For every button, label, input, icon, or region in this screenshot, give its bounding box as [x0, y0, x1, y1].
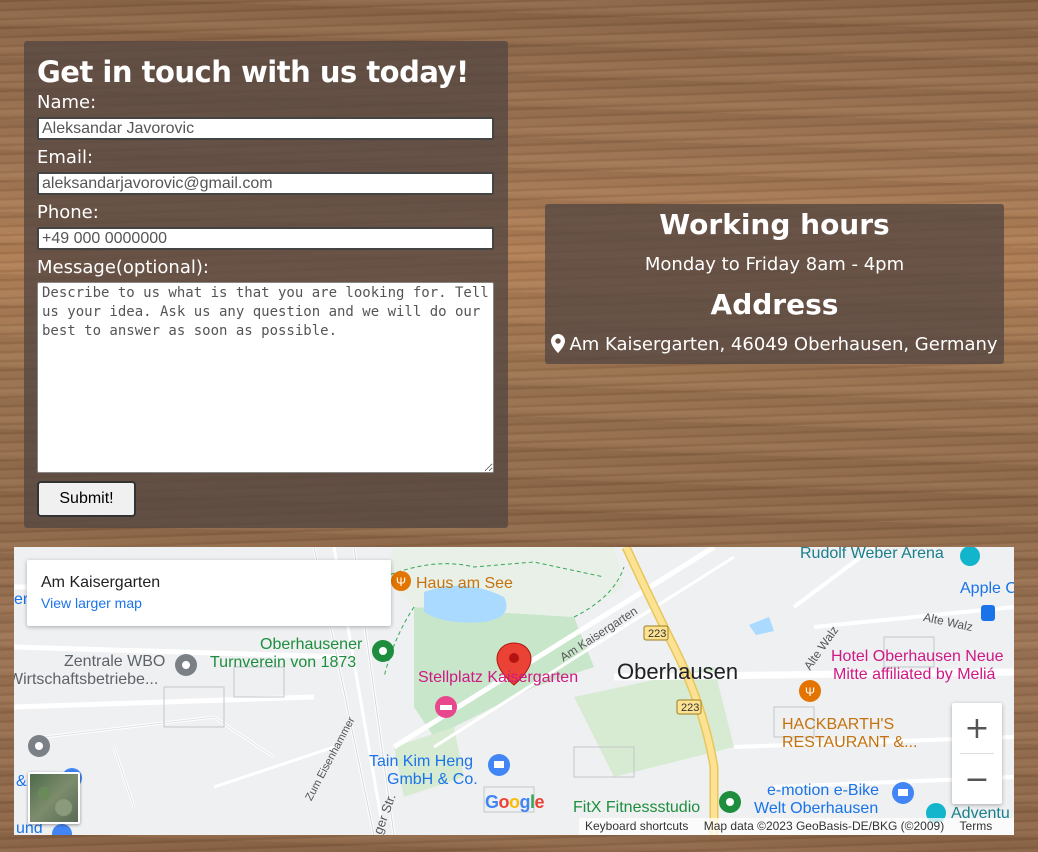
satellite-layer-toggle[interactable]: [28, 772, 80, 824]
map-label-oberhausener-1[interactable]: Oberhausener: [260, 636, 362, 654]
map-label-zentrale-2[interactable]: Wirtschaftsbetriebe...: [14, 671, 158, 689]
poi-transit-icon: [981, 605, 995, 621]
poi-restaurant-icon-2: Ψ: [799, 680, 821, 702]
map-label-haus-am-see[interactable]: Haus am See: [416, 575, 513, 593]
map-label-apple[interactable]: Apple C: [960, 580, 1014, 598]
poi-bike-icon: [892, 782, 914, 804]
map-label-hackbarth-1[interactable]: HACKBARTH'S: [782, 716, 894, 734]
address-line: Am Kaisergarten, 46049 Oberhausen, Germa…: [545, 334, 1004, 359]
poi-gray-icon-2: [28, 735, 50, 757]
embedded-map[interactable]: Ψ Ψ Rudolf Weber Arena Haus am See Apple…: [14, 547, 1014, 835]
svg-text:Ψ: Ψ: [805, 685, 815, 699]
phone-label: Phone:: [37, 202, 99, 223]
working-hours-text: Monday to Friday 8am - 4pm: [644, 254, 905, 275]
address-title: Address: [710, 288, 839, 321]
map-label-route-223-a: 223: [648, 628, 667, 640]
pond: [749, 617, 774, 635]
email-input[interactable]: [37, 172, 494, 195]
poi-arena-icon: [960, 547, 980, 566]
map-label-stellplatz[interactable]: Stellplatz Kaisergarten: [418, 669, 578, 687]
name-label: Name:: [37, 92, 97, 113]
map-place-card: Am Kaisergarten View larger map: [27, 560, 391, 626]
map-label-tain-2[interactable]: GmbH & Co.: [387, 771, 478, 789]
map-label-route-223-b: 223: [681, 702, 700, 714]
poi-restaurant-icon: Ψ: [391, 571, 411, 591]
terms-link[interactable]: Terms: [960, 819, 993, 833]
map-label-emotion-1[interactable]: e-motion e-Bike: [767, 782, 879, 800]
keyboard-shortcuts-link[interactable]: Keyboard shortcuts: [585, 819, 688, 833]
map-label-hotel-2[interactable]: Mitte affiliated by Meliá: [833, 666, 995, 684]
contact-form-title: Get in touch with us today!: [37, 55, 469, 89]
poi-gray-icon: [175, 654, 197, 676]
info-panel: Working hours Monday to Friday 8am - 4pm…: [545, 204, 1004, 364]
message-label: Message(optional):: [37, 257, 209, 278]
contact-form-panel: Get in touch with us today! Name: Email:…: [24, 41, 508, 528]
poi-fitness-icon: [719, 791, 741, 813]
poi-shopping-icon: [488, 754, 510, 776]
name-input[interactable]: [37, 117, 494, 140]
zoom-controls: + −: [952, 703, 1002, 804]
map-pin-icon: [551, 334, 566, 359]
email-label: Email:: [37, 147, 94, 168]
map-label-amp[interactable]: &: [16, 773, 27, 791]
map-label-emotion-2[interactable]: Welt Oberhausen: [754, 800, 878, 818]
zoom-out-button[interactable]: −: [952, 754, 1002, 804]
poi-park-icon: [372, 640, 394, 662]
poi-blue-left-icon-2: [52, 824, 72, 835]
map-data-attribution: Map data ©2023 GeoBasis-DE/BKG (©2009): [703, 819, 945, 833]
map-label-oberhausen: Oberhausen: [617, 659, 739, 684]
google-logo: Google: [485, 792, 545, 812]
working-hours-title: Working hours: [659, 208, 890, 241]
map-attribution-bar: Keyboard shortcuts Map data ©2023 GeoBas…: [579, 818, 1014, 835]
poi-lodging-icon: [435, 696, 457, 718]
map-label-hackbarth-2[interactable]: RESTAURANT &...: [782, 734, 917, 752]
message-textarea[interactable]: [37, 282, 494, 473]
phone-input[interactable]: [37, 227, 494, 250]
zoom-in-button[interactable]: +: [952, 703, 1002, 753]
map-label-zentrale-1[interactable]: Zentrale WBO: [64, 653, 165, 671]
map-label-oberhausener-2[interactable]: Turnverein von 1873: [210, 654, 356, 672]
map-place-title: Am Kaisergarten: [41, 574, 161, 591]
svg-text:Ψ: Ψ: [396, 575, 406, 589]
view-larger-map-link[interactable]: View larger map: [41, 593, 377, 613]
map-label-tain-1[interactable]: Tain Kim Heng: [369, 753, 473, 771]
map-label-rudolf[interactable]: Rudolf Weber Arena: [800, 547, 944, 563]
submit-button[interactable]: Submit!: [37, 481, 136, 517]
address-text: Am Kaisergarten, 46049 Oberhausen, Germa…: [569, 334, 998, 355]
map-label-hotel-1[interactable]: Hotel Oberhausen Neue: [831, 648, 1004, 666]
map-label-fitx[interactable]: FitX Fitnessstudio: [573, 799, 700, 817]
